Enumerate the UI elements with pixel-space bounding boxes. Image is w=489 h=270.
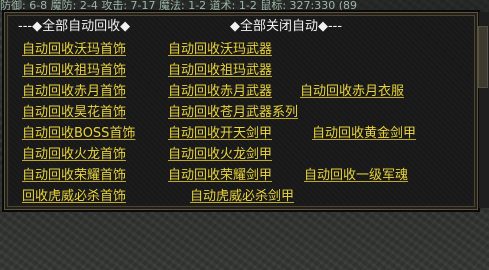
recycle-huwei-bisha-jewelry[interactable]: 回收虎威必杀首饰 — [22, 189, 126, 205]
recycle-zuma-jewelry[interactable]: 自动回收祖玛首饰 — [22, 63, 126, 79]
recycle-chiyue-weapon[interactable]: 自动回收赤月武器 — [168, 84, 272, 100]
recycle-rongyao-jewelry[interactable]: 自动回收荣耀首饰 — [22, 168, 126, 184]
dialog-header: ---◆全部自动回收◆ ◆全部关闭自动◆--- — [10, 18, 472, 36]
dialog-content: ---◆全部自动回收◆ ◆全部关闭自动◆--- 自动回收沃玛首饰 自动回收沃玛武… — [10, 16, 472, 204]
recycle-woma-jewelry[interactable]: 自动回收沃玛首饰 — [22, 42, 126, 58]
recycle-huolong-jewelry[interactable]: 自动回收火龙首饰 — [22, 147, 126, 163]
recycle-rongyao-armor[interactable]: 自动回收荣耀剑甲 — [168, 168, 272, 184]
recycle-cangyue-weapon-series[interactable]: 自动回收苍月武器系列 — [168, 105, 298, 121]
recycle-huolong-armor[interactable]: 自动回收火龙剑甲 — [168, 147, 272, 163]
dialog-scrollbar[interactable] — [478, 12, 489, 208]
recycle-haohua-jewelry[interactable]: 自动回收昊花首饰 — [22, 105, 126, 121]
recycle-gold-armor[interactable]: 自动回收黄金剑甲 — [312, 126, 416, 142]
recycle-boss-jewelry[interactable]: 自动回收BOSS首饰 — [22, 126, 135, 142]
recycle-woma-weapon[interactable]: 自动回收沃玛武器 — [168, 42, 272, 58]
recycle-zuma-weapon[interactable]: 自动回收祖玛武器 — [168, 63, 272, 79]
recycle-chiyue-jewelry[interactable]: 自动回收赤月首饰 — [22, 84, 126, 100]
disable-all-auto-link[interactable]: ◆全部关闭自动◆--- — [230, 18, 342, 36]
enable-all-recycle-link[interactable]: ---◆全部自动回收◆ — [18, 18, 130, 36]
scrollbar-thumb[interactable] — [478, 26, 488, 88]
recycle-level1-junhun[interactable]: 自动回收一级军魂 — [304, 168, 408, 184]
recycle-kaitian-armor[interactable]: 自动回收开天剑甲 — [168, 126, 272, 142]
auto-recycle-dialog: ---◆全部自动回收◆ ◆全部关闭自动◆--- 自动回收沃玛首饰 自动回收沃玛武… — [2, 10, 480, 212]
recycle-huwei-bisha-armor[interactable]: 自动虎威必杀剑甲 — [190, 189, 294, 205]
recycle-chiyue-armor[interactable]: 自动回收赤月衣服 — [300, 84, 404, 100]
